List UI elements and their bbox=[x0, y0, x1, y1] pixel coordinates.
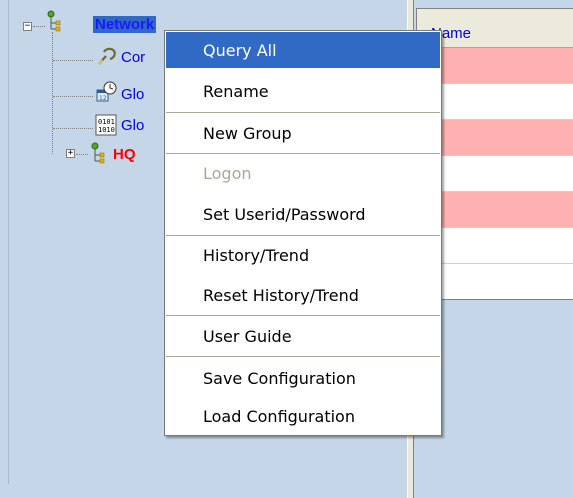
connection-icon bbox=[96, 46, 118, 72]
svg-text:12: 12 bbox=[99, 95, 107, 102]
tree-connector bbox=[53, 96, 93, 97]
expand-toggle[interactable]: + bbox=[66, 149, 75, 158]
menu-item-logon: Logon bbox=[203, 163, 252, 183]
tree-item-connections[interactable]: Cor bbox=[121, 49, 145, 66]
tree-item-global-schedule[interactable]: Glo bbox=[121, 86, 144, 103]
binary-data-icon: 0101 1010 bbox=[95, 114, 117, 140]
menu-item-history-trend[interactable]: History/Trend bbox=[166, 237, 440, 273]
menu-item-set-userid-password[interactable]: Set Userid/Password bbox=[166, 196, 440, 232]
menu-item-query-all[interactable]: Query All bbox=[166, 32, 440, 68]
svg-text:0101: 0101 bbox=[98, 118, 115, 126]
menu-item-reset-history-trend[interactable]: Reset History/Trend bbox=[166, 277, 440, 313]
svg-text:1010: 1010 bbox=[98, 126, 115, 134]
menu-separator bbox=[166, 356, 440, 357]
menu-item-load-configuration[interactable]: Load Configuration bbox=[166, 398, 440, 434]
menu-separator bbox=[166, 153, 440, 154]
tree-item-hq[interactable]: HQ bbox=[113, 146, 136, 163]
menu-item-new-group[interactable]: New Group bbox=[166, 115, 440, 151]
menu-separator bbox=[166, 235, 440, 236]
menu-item-save-configuration[interactable]: Save Configuration bbox=[166, 360, 440, 396]
clock-calendar-icon: 12 bbox=[95, 80, 119, 108]
tree-connector bbox=[52, 32, 53, 154]
tree-connector bbox=[33, 26, 45, 27]
context-menu: Query All Rename New Group Logon Set Use… bbox=[164, 30, 442, 436]
menu-item-rename[interactable]: Rename bbox=[166, 73, 440, 109]
network-root-icon bbox=[45, 10, 63, 36]
tree-item-global-data[interactable]: Glo bbox=[121, 117, 144, 134]
network-node-icon bbox=[89, 142, 107, 168]
tree-connector bbox=[53, 128, 93, 129]
menu-item-user-guide[interactable]: User Guide bbox=[166, 318, 440, 354]
tree-connector bbox=[53, 60, 93, 61]
menu-separator bbox=[166, 315, 440, 316]
menu-separator bbox=[166, 112, 440, 113]
tree-item-network[interactable]: Network bbox=[93, 16, 157, 33]
collapse-toggle[interactable]: − bbox=[23, 22, 32, 31]
tree-connector bbox=[76, 154, 88, 155]
